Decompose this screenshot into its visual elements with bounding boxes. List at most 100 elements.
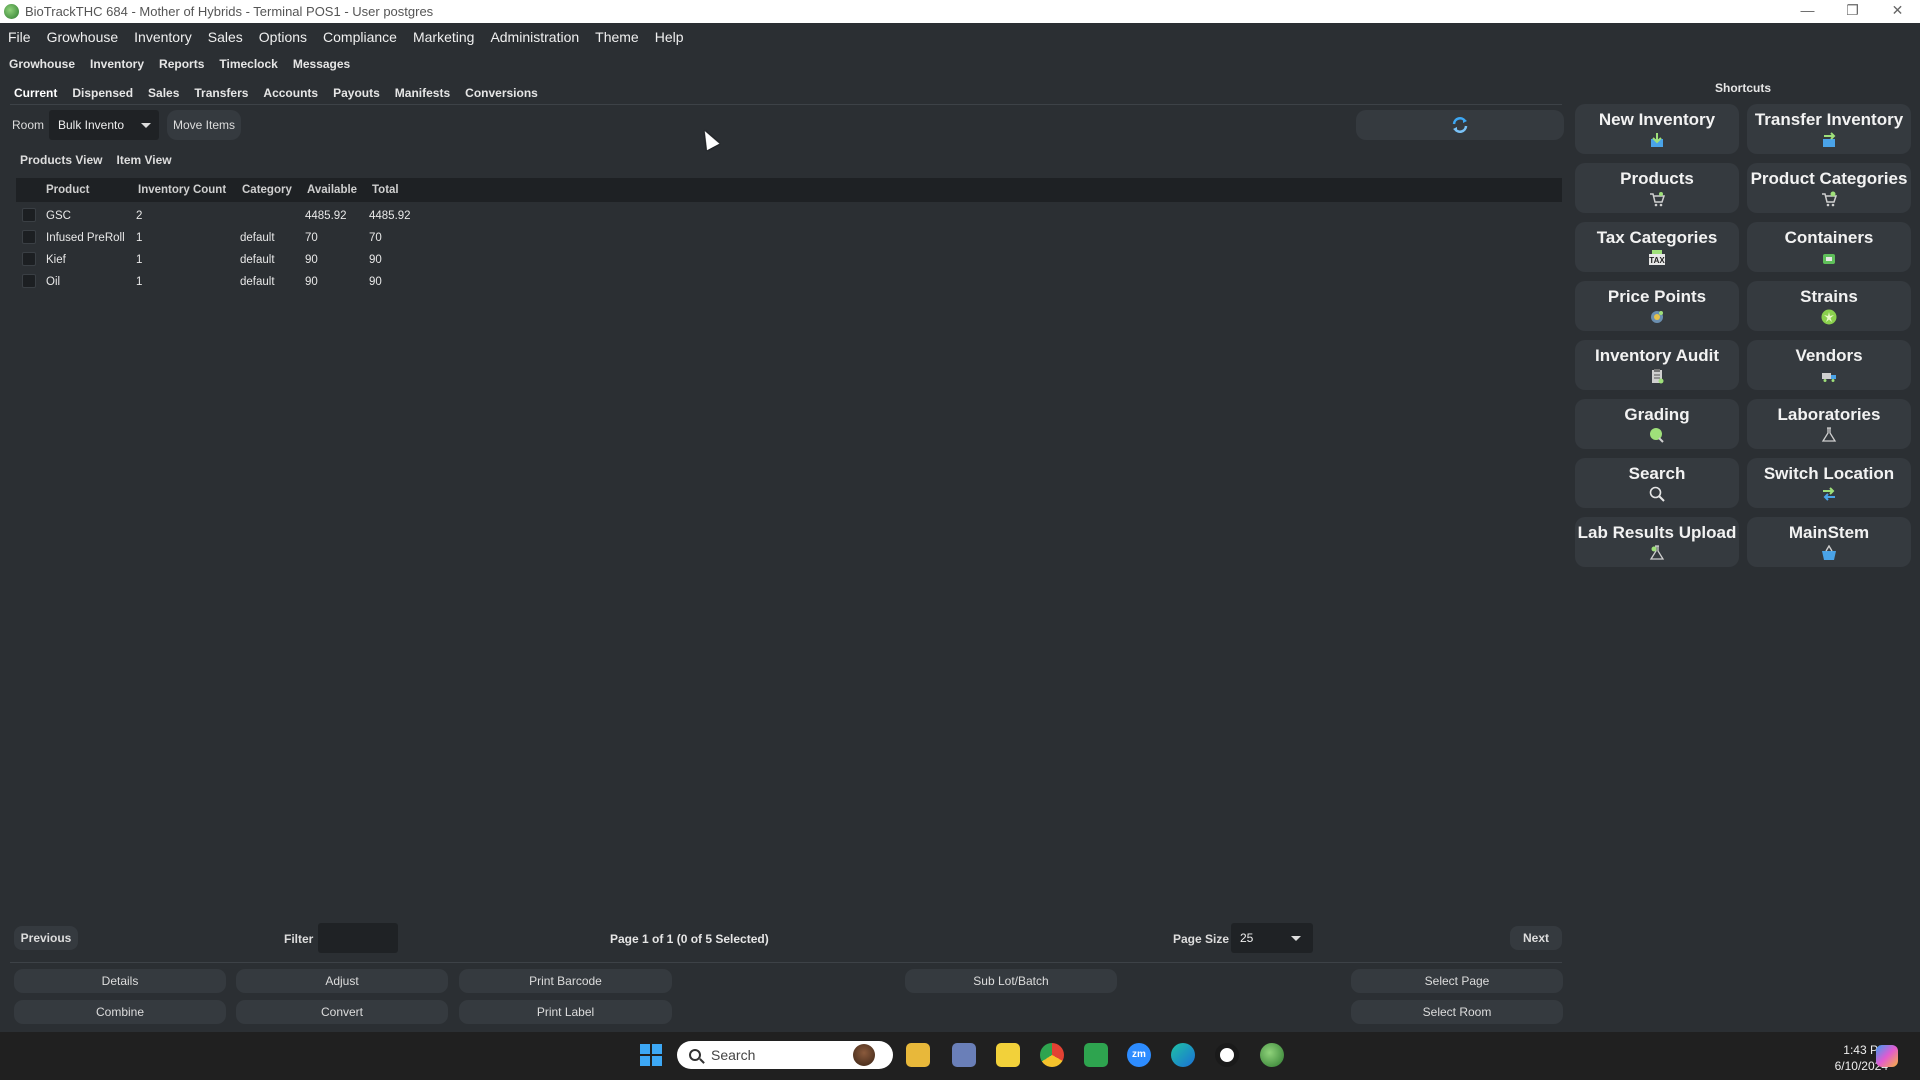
- shortcut-containers[interactable]: Containers: [1747, 222, 1911, 272]
- biotrack-icon[interactable]: [1260, 1043, 1284, 1067]
- table-row[interactable]: GSC 2 4485.92 4485.92: [16, 204, 1562, 226]
- row-checkbox[interactable]: [22, 208, 36, 222]
- shortcut-product-categories[interactable]: Product Categories: [1747, 163, 1911, 213]
- select-room-button[interactable]: Select Room: [1351, 1000, 1563, 1024]
- details-button[interactable]: Details: [14, 969, 226, 993]
- shortcut-vendors[interactable]: Vendors: [1747, 340, 1911, 390]
- convert-button[interactable]: Convert: [236, 1000, 448, 1024]
- table-row[interactable]: Kief 1 default 90 90: [16, 248, 1562, 270]
- sub-lot-batch-button[interactable]: Sub Lot/Batch: [905, 969, 1117, 993]
- col-total[interactable]: Total: [372, 184, 399, 196]
- table-row[interactable]: Oil 1 default 90 90: [16, 270, 1562, 292]
- row-checkbox[interactable]: [22, 230, 36, 244]
- subtab-payouts[interactable]: Payouts: [333, 86, 380, 100]
- menu-compliance[interactable]: Compliance: [323, 29, 397, 45]
- print-label-button[interactable]: Print Label: [459, 1000, 672, 1024]
- shortcut-products[interactable]: Products: [1575, 163, 1739, 213]
- sheets-icon[interactable]: [1084, 1043, 1108, 1067]
- shortcut-mainstem[interactable]: MainStem: [1747, 517, 1911, 567]
- tab-item-view[interactable]: Item View: [116, 153, 171, 167]
- tab-inventory[interactable]: Inventory: [90, 57, 144, 71]
- clock-time: 1:43 PM: [1843, 1043, 1888, 1057]
- menu-options[interactable]: Options: [259, 29, 307, 45]
- cell-category: default: [240, 254, 275, 266]
- refresh-button[interactable]: [1356, 110, 1564, 140]
- module-tabs: Growhouse Inventory Reports Timeclock Me…: [9, 57, 365, 71]
- shortcut-search[interactable]: Search: [1575, 458, 1739, 508]
- shortcut-laboratories[interactable]: Laboratories: [1747, 399, 1911, 449]
- shortcut-inventory-audit[interactable]: Inventory Audit: [1575, 340, 1739, 390]
- col-category[interactable]: Category: [242, 184, 292, 196]
- menu-theme[interactable]: Theme: [595, 29, 639, 45]
- tab-growhouse[interactable]: Growhouse: [9, 57, 75, 71]
- box-download-icon: [1651, 133, 1663, 147]
- window-controls: — ❐ ✕: [1785, 0, 1920, 23]
- adjust-button[interactable]: Adjust: [236, 969, 448, 993]
- restore-icon[interactable]: ❐: [1830, 0, 1875, 23]
- subtab-current[interactable]: Current: [14, 86, 57, 100]
- menu-marketing[interactable]: Marketing: [413, 29, 474, 45]
- subtab-dispensed[interactable]: Dispensed: [72, 86, 133, 100]
- table-row[interactable]: Infused PreRoll 1 default 70 70: [16, 226, 1562, 248]
- shortcut-transfer-inventory[interactable]: Transfer Inventory: [1747, 104, 1911, 154]
- taskbar-clock[interactable]: 1:43 PM 6/10/2024: [1792, 1042, 1888, 1074]
- next-page-button[interactable]: Next: [1510, 926, 1562, 950]
- shortcut-strains[interactable]: Strains: [1747, 281, 1911, 331]
- edge-icon[interactable]: [1171, 1043, 1195, 1067]
- row-checkbox[interactable]: [22, 252, 36, 266]
- col-inventory-count[interactable]: Inventory Count: [138, 184, 226, 196]
- select-page-button[interactable]: Select Page: [1351, 969, 1563, 993]
- chrome-icon[interactable]: [1040, 1043, 1064, 1067]
- menu-growhouse[interactable]: Growhouse: [47, 29, 119, 45]
- close-icon[interactable]: ✕: [1875, 0, 1920, 23]
- filter-label: Filter: [284, 932, 314, 946]
- move-items-button[interactable]: Move Items: [167, 110, 241, 140]
- tab-products-view[interactable]: Products View: [20, 153, 102, 167]
- container-icon: [1823, 254, 1835, 264]
- subtab-sales[interactable]: Sales: [148, 86, 179, 100]
- row-checkbox[interactable]: [22, 274, 36, 288]
- room-select[interactable]: Bulk Invento: [49, 110, 159, 140]
- shortcut-price-points[interactable]: Price Points: [1575, 281, 1739, 331]
- shortcut-lab-results-upload[interactable]: Lab Results Upload: [1575, 517, 1739, 567]
- cell-count: 1: [136, 276, 143, 288]
- shortcut-grading[interactable]: Grading: [1575, 399, 1739, 449]
- teamviewer-icon[interactable]: [1215, 1043, 1239, 1067]
- cell-available: 90: [305, 276, 318, 288]
- copilot-icon[interactable]: [1876, 1045, 1898, 1067]
- col-available[interactable]: Available: [307, 184, 357, 196]
- subtab-manifests[interactable]: Manifests: [395, 86, 450, 100]
- previous-page-button[interactable]: Previous: [14, 926, 78, 950]
- combine-button[interactable]: Combine: [14, 1000, 226, 1024]
- taskbar-search[interactable]: Search: [677, 1041, 893, 1069]
- tab-messages[interactable]: Messages: [293, 57, 350, 71]
- shortcut-switch-location[interactable]: Switch Location: [1747, 458, 1911, 508]
- subtab-accounts[interactable]: Accounts: [263, 86, 318, 100]
- flask-upload-icon: [1649, 545, 1665, 560]
- sticky-notes-icon[interactable]: [996, 1043, 1020, 1067]
- tab-timeclock[interactable]: Timeclock: [219, 57, 277, 71]
- shortcut-new-inventory[interactable]: New Inventory: [1575, 104, 1739, 154]
- menu-sales[interactable]: Sales: [208, 29, 243, 45]
- file-explorer-icon[interactable]: [906, 1043, 930, 1067]
- minimize-icon[interactable]: —: [1785, 0, 1830, 23]
- menu-administration[interactable]: Administration: [490, 29, 579, 45]
- tab-reports[interactable]: Reports: [159, 57, 204, 71]
- outlook-icon[interactable]: [952, 1043, 976, 1067]
- subtab-conversions[interactable]: Conversions: [465, 86, 538, 100]
- price-tag-icon: [1651, 311, 1663, 323]
- table-header: Product Inventory Count Category Availab…: [16, 178, 1562, 202]
- menu-help[interactable]: Help: [655, 29, 684, 45]
- tax-icon: TAX: [1649, 250, 1665, 265]
- page-size-select[interactable]: 25: [1231, 923, 1313, 953]
- cell-total: 90: [369, 276, 382, 288]
- shortcut-tax-categories[interactable]: Tax Categories TAX: [1575, 222, 1739, 272]
- filter-input[interactable]: [318, 923, 398, 953]
- zoom-icon[interactable]: zm: [1127, 1043, 1151, 1067]
- menu-file[interactable]: File: [8, 29, 31, 45]
- print-barcode-button[interactable]: Print Barcode: [459, 969, 672, 993]
- menu-inventory[interactable]: Inventory: [134, 29, 192, 45]
- col-product[interactable]: Product: [46, 184, 89, 196]
- windows-start-icon[interactable]: [640, 1044, 662, 1066]
- subtab-transfers[interactable]: Transfers: [194, 86, 248, 100]
